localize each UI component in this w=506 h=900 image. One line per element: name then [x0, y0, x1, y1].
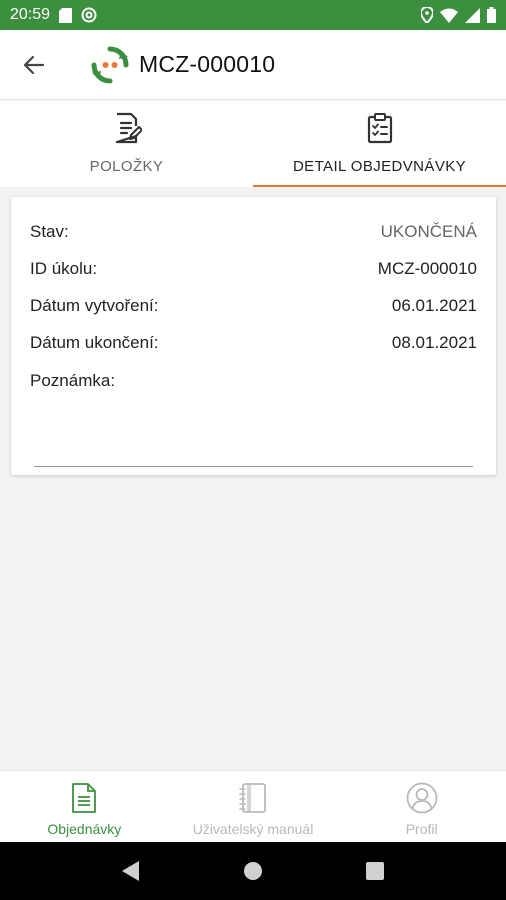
detail-row-created-date: Dátum vytvoření: 06.01.2021: [30, 287, 477, 324]
sd-card-icon: [59, 7, 73, 23]
system-home-button[interactable]: [233, 851, 273, 891]
detail-label: Dátum vytvoření:: [30, 295, 159, 315]
tab-polozky-label: POLOŽKY: [89, 158, 164, 175]
detail-row-completed-date: Dátum ukončení: 08.01.2021: [30, 324, 477, 361]
system-recents-button[interactable]: [355, 851, 395, 891]
wifi-icon: [440, 8, 458, 23]
signal-icon: [465, 7, 480, 23]
square-recents-icon: [366, 862, 384, 880]
detail-label: Dátum ukončení:: [30, 332, 159, 352]
location-icon: [421, 7, 433, 23]
created-date-value: 06.01.2021: [391, 295, 477, 315]
user-circle-icon: [405, 781, 439, 815]
bottom-nav: Objednávky Uživatelský manuál Profil: [0, 770, 506, 842]
order-detail-card: Stav: UKONČENÁ ID úkolu: MCZ-000010 Dátu…: [11, 197, 496, 475]
tab-detail-objednavky[interactable]: DETAIL OBJEDVNÁVKY: [253, 101, 506, 187]
note-input[interactable]: [34, 433, 473, 467]
nav-item-orders[interactable]: Objednávky: [0, 771, 169, 842]
page-title: MCZ-000010: [139, 51, 276, 77]
status-bar: 20:59: [0, 0, 506, 30]
nav-label-user-manual: Uživatelský manuál: [192, 821, 314, 837]
arrow-left-icon: [23, 55, 45, 74]
detail-label: Stav:: [30, 221, 69, 241]
back-button[interactable]: [14, 45, 54, 85]
circle-home-icon: [244, 862, 262, 880]
task-id-value: MCZ-000010: [377, 258, 477, 278]
detail-row-status: Stav: UKONČENÁ: [30, 213, 477, 250]
document-edit-icon: [110, 111, 144, 145]
detail-row-task-id: ID úkolu: MCZ-000010: [30, 250, 477, 287]
status-value: UKONČENÁ: [380, 221, 477, 241]
app-logo-icon: [90, 45, 130, 85]
detail-label: ID úkolu:: [30, 258, 98, 278]
nav-item-profile[interactable]: Profil: [337, 771, 506, 842]
triangle-back-icon: [122, 861, 139, 881]
document-list-icon: [67, 781, 101, 815]
completed-date-value: 08.01.2021: [391, 332, 477, 352]
nav-label-orders: Objednávky: [47, 821, 122, 837]
status-time: 20:59: [10, 6, 51, 23]
system-nav-bar: [0, 842, 506, 900]
tab-polozky[interactable]: POLOŽKY: [0, 101, 253, 187]
clipboard-check-icon: [363, 111, 397, 145]
note-label: Poznámka:: [30, 371, 116, 390]
tab-bar: POLOŽKY DETAIL OBJEDVNÁVKY: [0, 101, 506, 187]
status-right: [421, 7, 496, 23]
battery-icon: [487, 7, 496, 23]
system-back-button[interactable]: [111, 851, 151, 891]
nav-label-profile: Profil: [405, 821, 438, 837]
nav-item-user-manual[interactable]: Uživatelský manuál: [169, 771, 338, 842]
status-left: 20:59: [10, 6, 97, 24]
at-sign-icon: [81, 7, 97, 23]
tab-detail-objednavky-label: DETAIL OBJEDVNÁVKY: [292, 158, 467, 175]
app-bar: MCZ-000010: [0, 30, 506, 100]
notebook-icon: [236, 781, 270, 815]
